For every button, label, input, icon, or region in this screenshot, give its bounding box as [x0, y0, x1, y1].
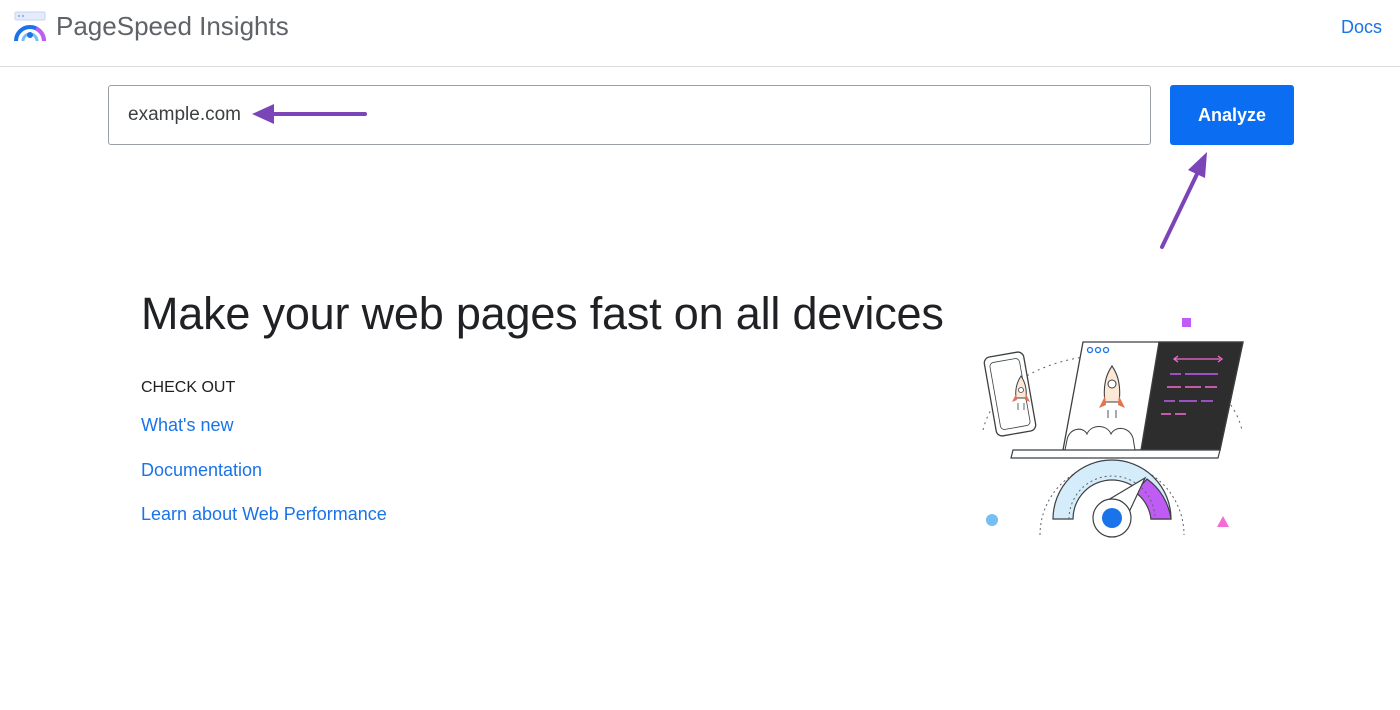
speedometer-icon: [1039, 459, 1185, 538]
docs-link[interactable]: Docs: [1341, 16, 1382, 38]
circle-shape: [986, 514, 998, 526]
whats-new-link[interactable]: What's new: [141, 414, 233, 436]
check-out-label: CHECK OUT: [141, 379, 236, 396]
hero-title: Make your web pages fast on all devices: [141, 288, 944, 339]
browser-window-icon: [1010, 341, 1244, 459]
top-bar: PageSpeed Insights Docs: [0, 0, 1400, 67]
analyze-button[interactable]: Analyze: [1170, 85, 1294, 145]
url-input[interactable]: [108, 85, 1151, 145]
speed-illustration: [982, 318, 1244, 538]
documentation-link[interactable]: Documentation: [141, 459, 262, 481]
pagespeed-logo-icon[interactable]: [14, 11, 48, 43]
phone-icon: [983, 351, 1037, 437]
arrow-to-analyze: [1160, 152, 1207, 249]
app-title: PageSpeed Insights: [56, 11, 289, 41]
learn-web-performance-link[interactable]: Learn about Web Performance: [141, 503, 387, 525]
square-shape: [1182, 318, 1191, 327]
triangle-shape: [1217, 516, 1229, 527]
